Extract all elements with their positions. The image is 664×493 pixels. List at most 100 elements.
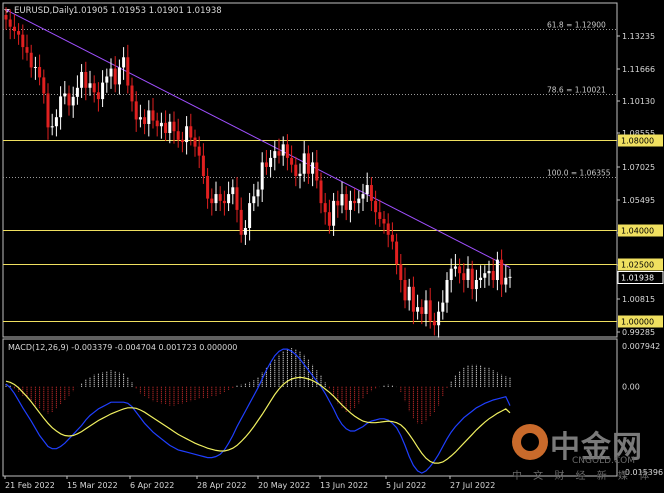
candle-body[interactable]	[12, 26, 16, 32]
candle-body[interactable]	[340, 194, 344, 206]
candle-body[interactable]	[159, 122, 163, 127]
candle-body[interactable]	[378, 212, 382, 219]
candle-body[interactable]	[164, 122, 168, 134]
candle-body[interactable]	[151, 110, 155, 121]
candle-body[interactable]	[206, 175, 210, 199]
candle-body[interactable]	[390, 234, 394, 242]
candle-body[interactable]	[466, 268, 470, 281]
candle-body[interactable]	[117, 67, 121, 85]
candle-body[interactable]	[411, 286, 415, 312]
candle-body[interactable]	[353, 200, 357, 204]
candle-body[interactable]	[357, 198, 361, 204]
candle-body[interactable]	[185, 126, 189, 143]
candle-body[interactable]	[483, 273, 487, 278]
candle-body[interactable]	[256, 189, 260, 197]
candle-body[interactable]	[143, 117, 147, 124]
candle-body[interactable]	[210, 198, 214, 204]
candle-body[interactable]	[432, 320, 436, 326]
candle-body[interactable]	[8, 19, 12, 27]
candle-body[interactable]	[458, 266, 462, 274]
candle-body[interactable]	[290, 157, 294, 165]
candle-body[interactable]	[4, 14, 8, 20]
candle-body[interactable]	[176, 131, 180, 140]
candle-body[interactable]	[227, 194, 231, 204]
candle-body[interactable]	[25, 47, 29, 53]
candle-body[interactable]	[122, 57, 126, 68]
candle-body[interactable]	[172, 121, 176, 132]
candle-body[interactable]	[445, 280, 449, 303]
candle-body[interactable]	[105, 76, 109, 83]
candle-body[interactable]	[344, 194, 348, 210]
trendline[interactable]	[5, 9, 511, 269]
candle-body[interactable]	[147, 110, 151, 124]
candle-body[interactable]	[495, 259, 499, 281]
candle-body[interactable]	[67, 93, 71, 106]
candle-body[interactable]	[180, 139, 184, 143]
candle-body[interactable]	[281, 144, 285, 156]
candle-body[interactable]	[277, 151, 281, 156]
candle-body[interactable]	[197, 146, 201, 156]
candle-body[interactable]	[424, 300, 428, 314]
candle-body[interactable]	[50, 126, 54, 128]
candle-body[interactable]	[319, 180, 323, 204]
candle-body[interactable]	[365, 185, 369, 195]
candle-body[interactable]	[239, 209, 243, 235]
candle-body[interactable]	[17, 31, 21, 35]
candle-body[interactable]	[54, 117, 58, 127]
candle-body[interactable]	[21, 34, 25, 48]
candle-body[interactable]	[138, 117, 142, 120]
candle-body[interactable]	[269, 157, 273, 167]
candle-body[interactable]	[63, 93, 67, 97]
candle-body[interactable]	[361, 194, 365, 199]
candle-body[interactable]	[437, 311, 441, 326]
candle-body[interactable]	[155, 120, 159, 127]
candle-body[interactable]	[311, 162, 315, 174]
candle-body[interactable]	[449, 268, 453, 281]
candle-body[interactable]	[369, 185, 373, 201]
candle-body[interactable]	[109, 68, 113, 77]
candle-body[interactable]	[487, 270, 491, 274]
candle-body[interactable]	[193, 137, 197, 147]
candle-body[interactable]	[92, 83, 96, 93]
candle-body[interactable]	[332, 200, 336, 226]
candle-body[interactable]	[33, 66, 37, 68]
candle-body[interactable]	[508, 276, 512, 278]
candle-body[interactable]	[399, 264, 403, 281]
candle-body[interactable]	[59, 96, 63, 118]
candle-body[interactable]	[470, 268, 474, 290]
candle-body[interactable]	[113, 68, 117, 85]
candle-body[interactable]	[46, 93, 50, 128]
candle-body[interactable]	[189, 126, 193, 138]
candle-body[interactable]	[273, 151, 277, 158]
candle-body[interactable]	[302, 153, 306, 174]
candle-body[interactable]	[134, 101, 138, 120]
candle-body[interactable]	[441, 302, 445, 312]
candle-body[interactable]	[474, 280, 478, 290]
candle-body[interactable]	[252, 196, 256, 204]
candle-body[interactable]	[130, 85, 134, 102]
candle-body[interactable]	[75, 87, 79, 97]
candle-body[interactable]	[71, 96, 75, 106]
candle-body[interactable]	[315, 162, 319, 181]
candle-body[interactable]	[336, 200, 340, 206]
candle-body[interactable]	[88, 83, 92, 88]
candle-body[interactable]	[222, 200, 226, 204]
candle-body[interactable]	[462, 273, 466, 281]
candle-body[interactable]	[96, 92, 100, 100]
candle-body[interactable]	[84, 71, 88, 88]
candle-body[interactable]	[264, 162, 268, 167]
candle-body[interactable]	[218, 194, 222, 201]
candle-body[interactable]	[294, 164, 298, 176]
candle-body[interactable]	[231, 187, 235, 195]
candle-body[interactable]	[386, 223, 390, 235]
candle-body[interactable]	[260, 162, 264, 190]
candle-body[interactable]	[453, 266, 457, 269]
candle-body[interactable]	[126, 57, 130, 86]
candle-body[interactable]	[101, 82, 105, 100]
candle-body[interactable]	[201, 155, 205, 176]
candle-body[interactable]	[168, 121, 172, 134]
candle-body[interactable]	[285, 144, 289, 158]
candle-body[interactable]	[38, 66, 42, 78]
candle-body[interactable]	[29, 52, 33, 68]
candle-body[interactable]	[395, 241, 399, 265]
